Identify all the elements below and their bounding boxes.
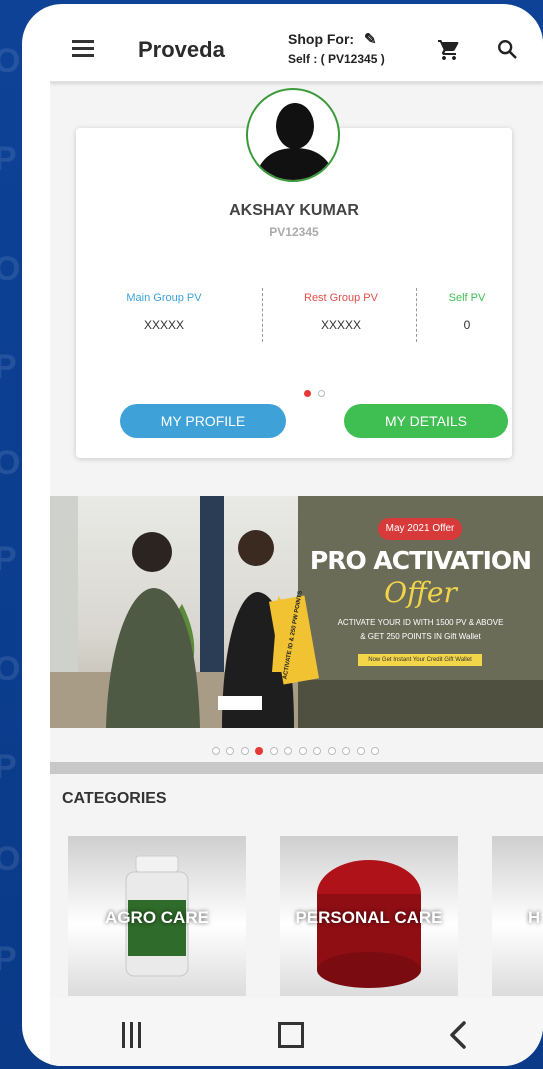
- banner-dot[interactable]: [313, 747, 322, 755]
- category-tile-agro-care[interactable]: AGRO CARE: [68, 836, 246, 996]
- category-tile-personal-care[interactable]: PERSONAL CARE: [280, 836, 458, 996]
- brand-title: Proveda: [138, 37, 225, 62]
- category-label: H: [528, 908, 541, 927]
- shop-for-selector[interactable]: Shop For: ✎: [288, 30, 377, 48]
- shop-for-label: Shop For:: [288, 31, 355, 47]
- category-label: PERSONAL CARE: [295, 908, 443, 927]
- office-scene-illustration: [50, 496, 300, 728]
- offer-line-2: & GET 250 POINTS IN Gift Wallet: [360, 632, 481, 641]
- banner-dot[interactable]: [327, 747, 336, 755]
- hamburger-menu-icon[interactable]: [72, 40, 94, 57]
- stat-label: Main Group PV: [126, 292, 202, 304]
- banner-dot[interactable]: [240, 747, 249, 755]
- pager-dot-active[interactable]: [304, 390, 311, 397]
- stat-divider: [262, 288, 263, 342]
- banner-dot-active[interactable]: [255, 747, 264, 755]
- stat-label: Rest Group PV: [304, 292, 378, 304]
- profile-name: AKSHAY KUMAR: [229, 202, 359, 219]
- offer-badge-text: ACTIVATE ID & 250 PW POINTS: [282, 590, 304, 680]
- stat-label: Self PV: [448, 292, 486, 304]
- recent-apps-icon[interactable]: [122, 1022, 146, 1053]
- offer-strip: Now Get Instant Your Credit Gift Wallet: [358, 654, 482, 666]
- categories-heading: CATEGORIES: [62, 790, 167, 807]
- banner-dot[interactable]: [342, 747, 351, 755]
- pencil-icon[interactable]: ✎: [364, 30, 377, 48]
- stat-self-pv: Self PV 0: [430, 292, 504, 332]
- banner-photo: [50, 496, 300, 728]
- stat-value: 0: [463, 318, 471, 332]
- back-icon[interactable]: [446, 1020, 470, 1050]
- banner-dot[interactable]: [298, 747, 307, 755]
- promo-banner[interactable]: May 2021 Offer PRO ACTIVATION Offer ACTI…: [50, 496, 543, 728]
- my-profile-button[interactable]: MY PROFILE: [120, 404, 286, 438]
- avatar: [246, 88, 340, 182]
- category-tile-partial[interactable]: H: [492, 836, 543, 996]
- banner-pager: [212, 742, 381, 760]
- home-icon[interactable]: [278, 1022, 304, 1048]
- cart-icon[interactable]: [436, 38, 462, 62]
- banner-dot[interactable]: [226, 747, 235, 755]
- banner-dot[interactable]: [269, 747, 278, 755]
- offer-line-1: ACTIVATE YOUR ID WITH 1500 PV & ABOVE: [337, 618, 504, 627]
- stat-main-group-pv: Main Group PV XXXXX: [112, 292, 216, 332]
- banner-offer-panel: May 2021 Offer PRO ACTIVATION Offer ACTI…: [298, 496, 543, 728]
- system-nav-bar: [50, 998, 543, 1066]
- phone-frame: Proveda Shop For: ✎ Self : ( PV12345 ) A…: [22, 4, 543, 1066]
- banner-dot[interactable]: [284, 747, 293, 755]
- user-silhouette-icon: [254, 103, 336, 180]
- app-bar: Proveda Shop For: ✎ Self : ( PV12345 ): [50, 18, 543, 82]
- banner-dot[interactable]: [356, 747, 365, 755]
- my-details-button[interactable]: MY DETAILS: [344, 404, 508, 438]
- app-screen: Proveda Shop For: ✎ Self : ( PV12345 ) A…: [50, 18, 543, 1066]
- offer-title: PRO ACTIVATION: [309, 546, 532, 575]
- pager-dot[interactable]: [318, 390, 326, 397]
- card-pager: [304, 384, 328, 402]
- banner-dot[interactable]: [212, 747, 220, 755]
- stat-value: XXXXX: [320, 318, 362, 332]
- stat-value: XXXXX: [143, 318, 185, 332]
- stat-divider: [416, 288, 417, 342]
- shop-for-value: Self : ( PV12345 ): [288, 52, 385, 66]
- stat-rest-group-pv: Rest Group PV XXXXX: [282, 292, 400, 332]
- offer-script: Offer: [384, 576, 457, 609]
- section-divider: [50, 762, 543, 774]
- profile-id: PV12345: [269, 225, 319, 239]
- search-icon[interactable]: [496, 38, 518, 60]
- offer-tag: May 2021 Offer: [378, 518, 462, 540]
- offer-footer: [298, 680, 543, 728]
- category-label: AGRO CARE: [105, 908, 209, 927]
- banner-dot[interactable]: [370, 747, 379, 755]
